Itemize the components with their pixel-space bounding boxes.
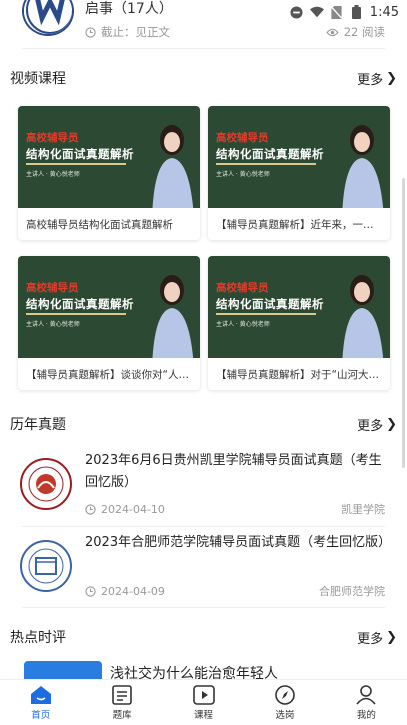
notice-card[interactable]: 启事（17人） 截止：见正文 22 阅读 — [0, 0, 407, 48]
nav-question-bank[interactable]: 题库 — [81, 680, 162, 725]
thumb-main-title: 结构化面试真题解析 — [216, 147, 324, 161]
chevron-right-icon: ❯ — [386, 629, 397, 645]
more-label: 更多 — [357, 631, 384, 647]
thumb-underline — [26, 163, 126, 165]
more-label: 更多 — [357, 418, 384, 434]
kaili-university-logo — [20, 458, 72, 510]
nav-label-jobs: 选岗 — [275, 709, 295, 721]
thumb-main-title: 结构化面试真题解析 — [26, 147, 134, 161]
home-icon — [30, 685, 51, 704]
thumb-red-title: 高校辅导员 — [26, 282, 79, 294]
user-icon — [356, 684, 376, 705]
section-title-exams: 历年真题 — [10, 417, 66, 433]
nav-label-question-bank: 题库 — [112, 709, 132, 721]
nav-jobs[interactable]: 选岗 — [244, 680, 325, 725]
presenter-photo — [342, 275, 384, 358]
chevron-right-icon: ❯ — [386, 70, 397, 86]
video-card[interactable]: 高校辅导员 结构化面试真题解析 主讲人 · 黄心悦老师 【辅导员真题解析】谈谈你… — [18, 256, 200, 390]
chevron-right-icon: ❯ — [386, 416, 397, 432]
video-card[interactable]: 高校辅导员 结构化面试真题解析 主讲人 · 黄心悦老师 【辅导员真题解析】近年来… — [208, 106, 390, 240]
exam-section-header: 历年真题 更多 ❯ — [10, 414, 397, 434]
videos-more-link[interactable]: 更多 ❯ — [357, 69, 397, 88]
video-thumbnail: 高校辅导员 结构化面试真题解析 主讲人 · 黄心悦老师 — [208, 256, 390, 358]
thumb-presenter: 主讲人 · 黄心悦老师 — [26, 171, 80, 178]
video-caption: 【辅导员真题解析】近年来，一… — [216, 218, 374, 231]
presenter-photo — [152, 125, 194, 208]
exam-school: 凯里学院 — [341, 503, 385, 516]
video-card[interactable]: 高校辅导员 结构化面试真题解析 主讲人 · 黄心悦老师 高校辅导员结构化面试真题… — [18, 106, 200, 240]
presenter-photo — [342, 125, 384, 208]
exam-title: 2023年6月6日贵州凯里学院辅导员面试真题（考生回忆版） — [85, 453, 382, 490]
thumb-main-title: 结构化面试真题解析 — [26, 297, 134, 311]
thumb-underline — [26, 313, 126, 315]
nav-label-profile: 我的 — [356, 709, 376, 721]
exam-date: 2024-04-10 — [101, 502, 165, 516]
exam-item[interactable]: 2023年合肥师范学院辅导员面试真题（考生回忆版） 2024-04-09 合肥师… — [0, 532, 407, 602]
play-icon — [192, 684, 215, 705]
clock-icon — [85, 26, 96, 38]
video-thumbnail: 高校辅导员 结构化面试真题解析 主讲人 · 黄心悦老师 — [208, 106, 390, 208]
video-card[interactable]: 高校辅导员 结构化面试真题解析 主讲人 · 黄心悦老师 【辅导员真题解析】对于“… — [208, 256, 390, 390]
thumb-red-title: 高校辅导员 — [216, 282, 269, 294]
exam-item[interactable]: 2023年6月6日贵州凯里学院辅导员面试真题（考生回忆版） 2024-04-10… — [0, 450, 407, 520]
exam-date: 2024-04-09 — [101, 584, 165, 598]
news-section-header: 热点时评 更多 ❯ — [10, 627, 397, 647]
thumb-red-title: 高校辅导员 — [216, 132, 269, 144]
bottom-nav: 首页 题库 课程 选岗 我的 — [0, 679, 407, 725]
video-caption: 高校辅导员结构化面试真题解析 — [26, 218, 173, 231]
notice-deadline: 截止：见正文 — [101, 25, 170, 39]
nav-label-home: 首页 — [31, 709, 51, 721]
thumb-presenter: 主讲人 · 黄心悦老师 — [216, 171, 270, 178]
hefei-normal-university-logo — [20, 540, 72, 592]
thumb-presenter: 主讲人 · 黄心悦老师 — [216, 321, 270, 328]
video-thumbnail: 高校辅导员 结构化面试真题解析 主讲人 · 黄心悦老师 — [18, 106, 200, 208]
divider — [22, 607, 385, 608]
section-title-news: 热点时评 — [10, 630, 66, 646]
section-title-videos: 视频课程 — [10, 71, 66, 87]
nav-label-courses: 课程 — [194, 709, 214, 721]
question-bank-icon — [112, 684, 132, 705]
divider — [22, 526, 385, 527]
nav-courses[interactable]: 课程 — [163, 680, 244, 725]
video-section-header: 视频课程 更多 ❯ — [10, 68, 397, 88]
video-caption: 【辅导员真题解析】谈谈你对“人… — [26, 368, 189, 381]
presenter-photo — [152, 275, 194, 358]
exams-more-link[interactable]: 更多 ❯ — [357, 415, 397, 434]
news-more-link[interactable]: 更多 ❯ — [357, 628, 397, 647]
exam-school: 合肥师范学院 — [319, 585, 385, 598]
video-thumbnail: 高校辅导员 结构化面试真题解析 主讲人 · 黄心悦老师 — [18, 256, 200, 358]
eye-icon — [326, 28, 339, 36]
compass-icon — [275, 684, 295, 705]
nav-profile[interactable]: 我的 — [326, 680, 407, 725]
thumb-red-title: 高校辅导员 — [26, 132, 79, 144]
notice-reads: 22 阅读 — [343, 25, 385, 39]
university-logo — [22, 0, 74, 36]
thumb-underline — [216, 163, 316, 165]
clock-icon — [85, 585, 96, 597]
divider — [22, 48, 385, 49]
thumb-underline — [216, 313, 316, 315]
clock-icon — [85, 503, 96, 515]
notice-title: 启事（17人） — [85, 1, 173, 17]
thumb-presenter: 主讲人 · 黄心悦老师 — [26, 321, 80, 328]
exam-title: 2023年合肥师范学院辅导员面试真题（考生回忆版） — [85, 535, 392, 550]
nav-home[interactable]: 首页 — [0, 680, 81, 725]
scrollbar[interactable] — [402, 178, 405, 468]
thumb-main-title: 结构化面试真题解析 — [216, 297, 324, 311]
more-label: 更多 — [357, 72, 384, 88]
video-caption: 【辅导员真题解析】对于“山河大… — [216, 368, 379, 381]
